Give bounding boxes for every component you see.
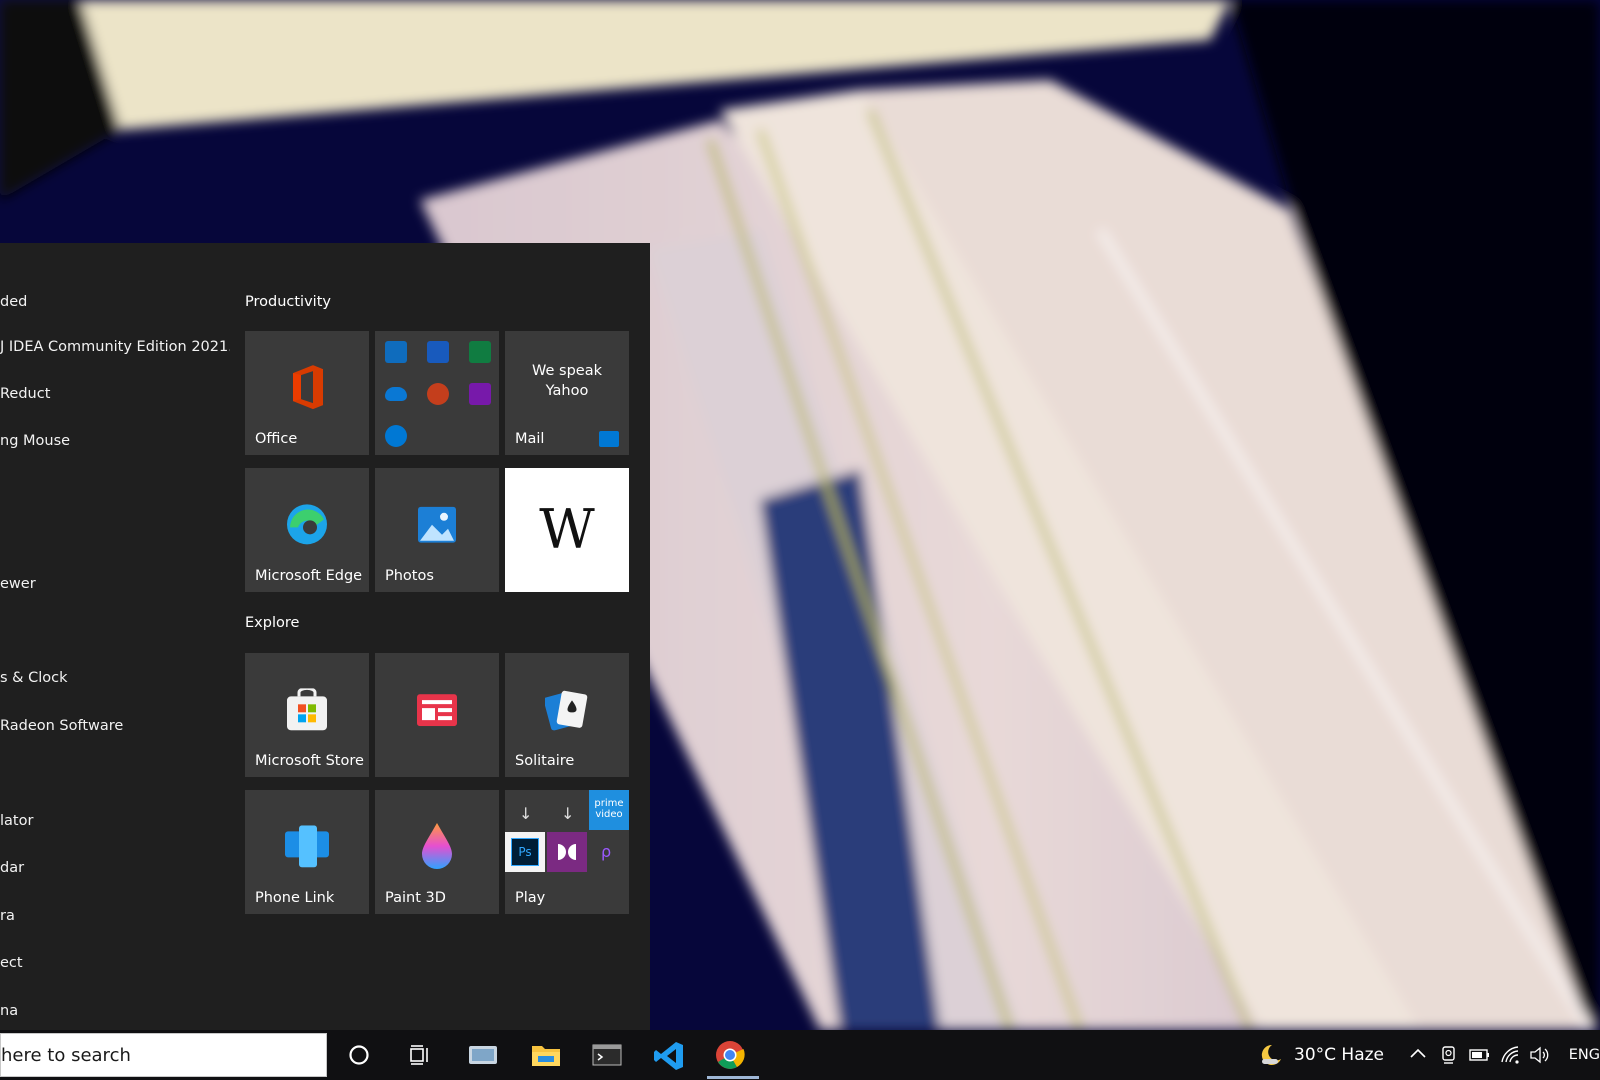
weather-moon-icon[interactable] [1258, 1042, 1284, 1068]
group-title-productivity: Productivity [245, 294, 331, 310]
app-list-item-radeon[interactable]: Radeon Software [0, 711, 123, 741]
system-tray: 30°C Haze ENG [1240, 1030, 1600, 1080]
phone-link-icon [285, 825, 329, 871]
skype-icon [385, 425, 407, 447]
tile-news[interactable] [375, 653, 499, 777]
app-list-item-camera[interactable]: ra [0, 901, 15, 931]
task-view-icon[interactable] [405, 1040, 435, 1070]
group-title-explore: Explore [245, 615, 300, 631]
app-list-item-connect[interactable]: ect [0, 948, 23, 978]
tile-label-solitaire: Solitaire [515, 753, 575, 769]
volume-icon[interactable] [1528, 1044, 1550, 1066]
language-indicator[interactable]: ENG [1569, 1030, 1600, 1080]
store-bag-icon [287, 686, 327, 734]
app-list-item-reduct[interactable]: Reduct [0, 379, 50, 409]
dolby-access-icon [547, 832, 587, 872]
picsart-icon: ρ [601, 842, 612, 861]
edge-icon [286, 503, 328, 549]
vscode-icon[interactable] [653, 1040, 683, 1070]
wifi-icon[interactable] [1500, 1044, 1522, 1066]
tile-play-folder[interactable]: ↓ ↓ prime video Ps ρ Play [505, 790, 629, 914]
outlook-icon [385, 341, 407, 363]
taskbar: here to search 30°C Haze ENG [0, 1030, 1600, 1080]
terminal-icon[interactable] [591, 1040, 622, 1070]
chevron-up-icon[interactable] [1408, 1044, 1428, 1064]
tiles-area: Productivity Office We speak Yahoo Mail … [245, 243, 640, 1030]
chrome-icon[interactable] [715, 1040, 745, 1070]
tile-label-office: Office [255, 431, 298, 447]
display-settings-app-icon[interactable] [467, 1040, 497, 1070]
wikipedia-logo: W [539, 498, 595, 561]
app-list-item-alarms-clock[interactable]: s & Clock [0, 663, 67, 693]
tile-microsoft-edge[interactable]: Microsoft Edge [245, 468, 369, 592]
tile-phone-link[interactable]: Phone Link [245, 790, 369, 914]
photoshop-icon: Ps [511, 838, 539, 866]
news-icon [417, 694, 457, 730]
app-list-item-calculator[interactable]: lator [0, 806, 33, 836]
tile-paint-3d[interactable]: Paint 3D [375, 790, 499, 914]
tile-office-apps-folder[interactable] [375, 331, 499, 455]
tile-mail[interactable]: We speak Yahoo Mail [505, 331, 629, 455]
tile-label-mail: Mail [515, 431, 545, 447]
app-list-item-calendar[interactable]: dar [0, 853, 24, 883]
search-input[interactable]: here to search [0, 1033, 327, 1077]
tile-office[interactable]: Office [245, 331, 369, 455]
photoshop-express-tile: Ps [505, 832, 545, 872]
word-icon [427, 341, 449, 363]
office-icon [287, 365, 327, 413]
app-list-item-viewer[interactable]: ewer [0, 569, 36, 599]
mail-envelope-icon [599, 431, 619, 447]
start-menu: ded J IDEA Community Edition 2021.... Re… [0, 243, 650, 1030]
app-list-item-intellij[interactable]: J IDEA Community Edition 2021.... [0, 332, 230, 362]
tile-photos[interactable]: Photos [375, 468, 499, 592]
app-list: ded J IDEA Community Edition 2021.... Re… [0, 243, 230, 1030]
tile-microsoft-store[interactable]: Microsoft Store [245, 653, 369, 777]
tile-label-paint-3d: Paint 3D [385, 890, 446, 906]
file-explorer-icon[interactable] [530, 1040, 560, 1070]
webcam-icon[interactable] [1438, 1044, 1460, 1066]
battery-icon[interactable] [1468, 1045, 1492, 1065]
tile-solitaire[interactable]: Solitaire [505, 653, 629, 777]
powerpoint-icon [427, 383, 449, 405]
search-placeholder: here to search [1, 1045, 131, 1066]
weather-text[interactable]: 30°C Haze [1294, 1030, 1384, 1080]
prime-video-icon: prime video [589, 790, 629, 830]
tile-label-edge: Microsoft Edge [255, 568, 363, 584]
chrome-active-indicator [707, 1076, 759, 1079]
photos-icon [418, 506, 456, 547]
solitaire-cards-icon [543, 688, 589, 734]
onedrive-icon [385, 387, 407, 401]
cortana-icon[interactable] [344, 1040, 374, 1070]
tile-label-photos: Photos [385, 568, 434, 584]
tile-label-play: Play [515, 890, 546, 906]
app-list-header-recent: ded [0, 294, 28, 310]
tile-wikipedia[interactable]: W [505, 468, 629, 592]
paint-3d-icon [420, 823, 454, 873]
mail-tile-message: We speak Yahoo [532, 363, 602, 399]
onenote-icon [469, 383, 491, 405]
app-list-item-cortana[interactable]: na [0, 996, 18, 1026]
excel-icon [469, 341, 491, 363]
app-list-item-mouse[interactable]: ng Mouse [0, 426, 70, 456]
download-icon-1: ↓ [519, 804, 533, 823]
tile-label-store: Microsoft Store [255, 753, 364, 769]
download-icon-2: ↓ [561, 804, 575, 823]
tile-label-phone-link: Phone Link [255, 890, 335, 906]
